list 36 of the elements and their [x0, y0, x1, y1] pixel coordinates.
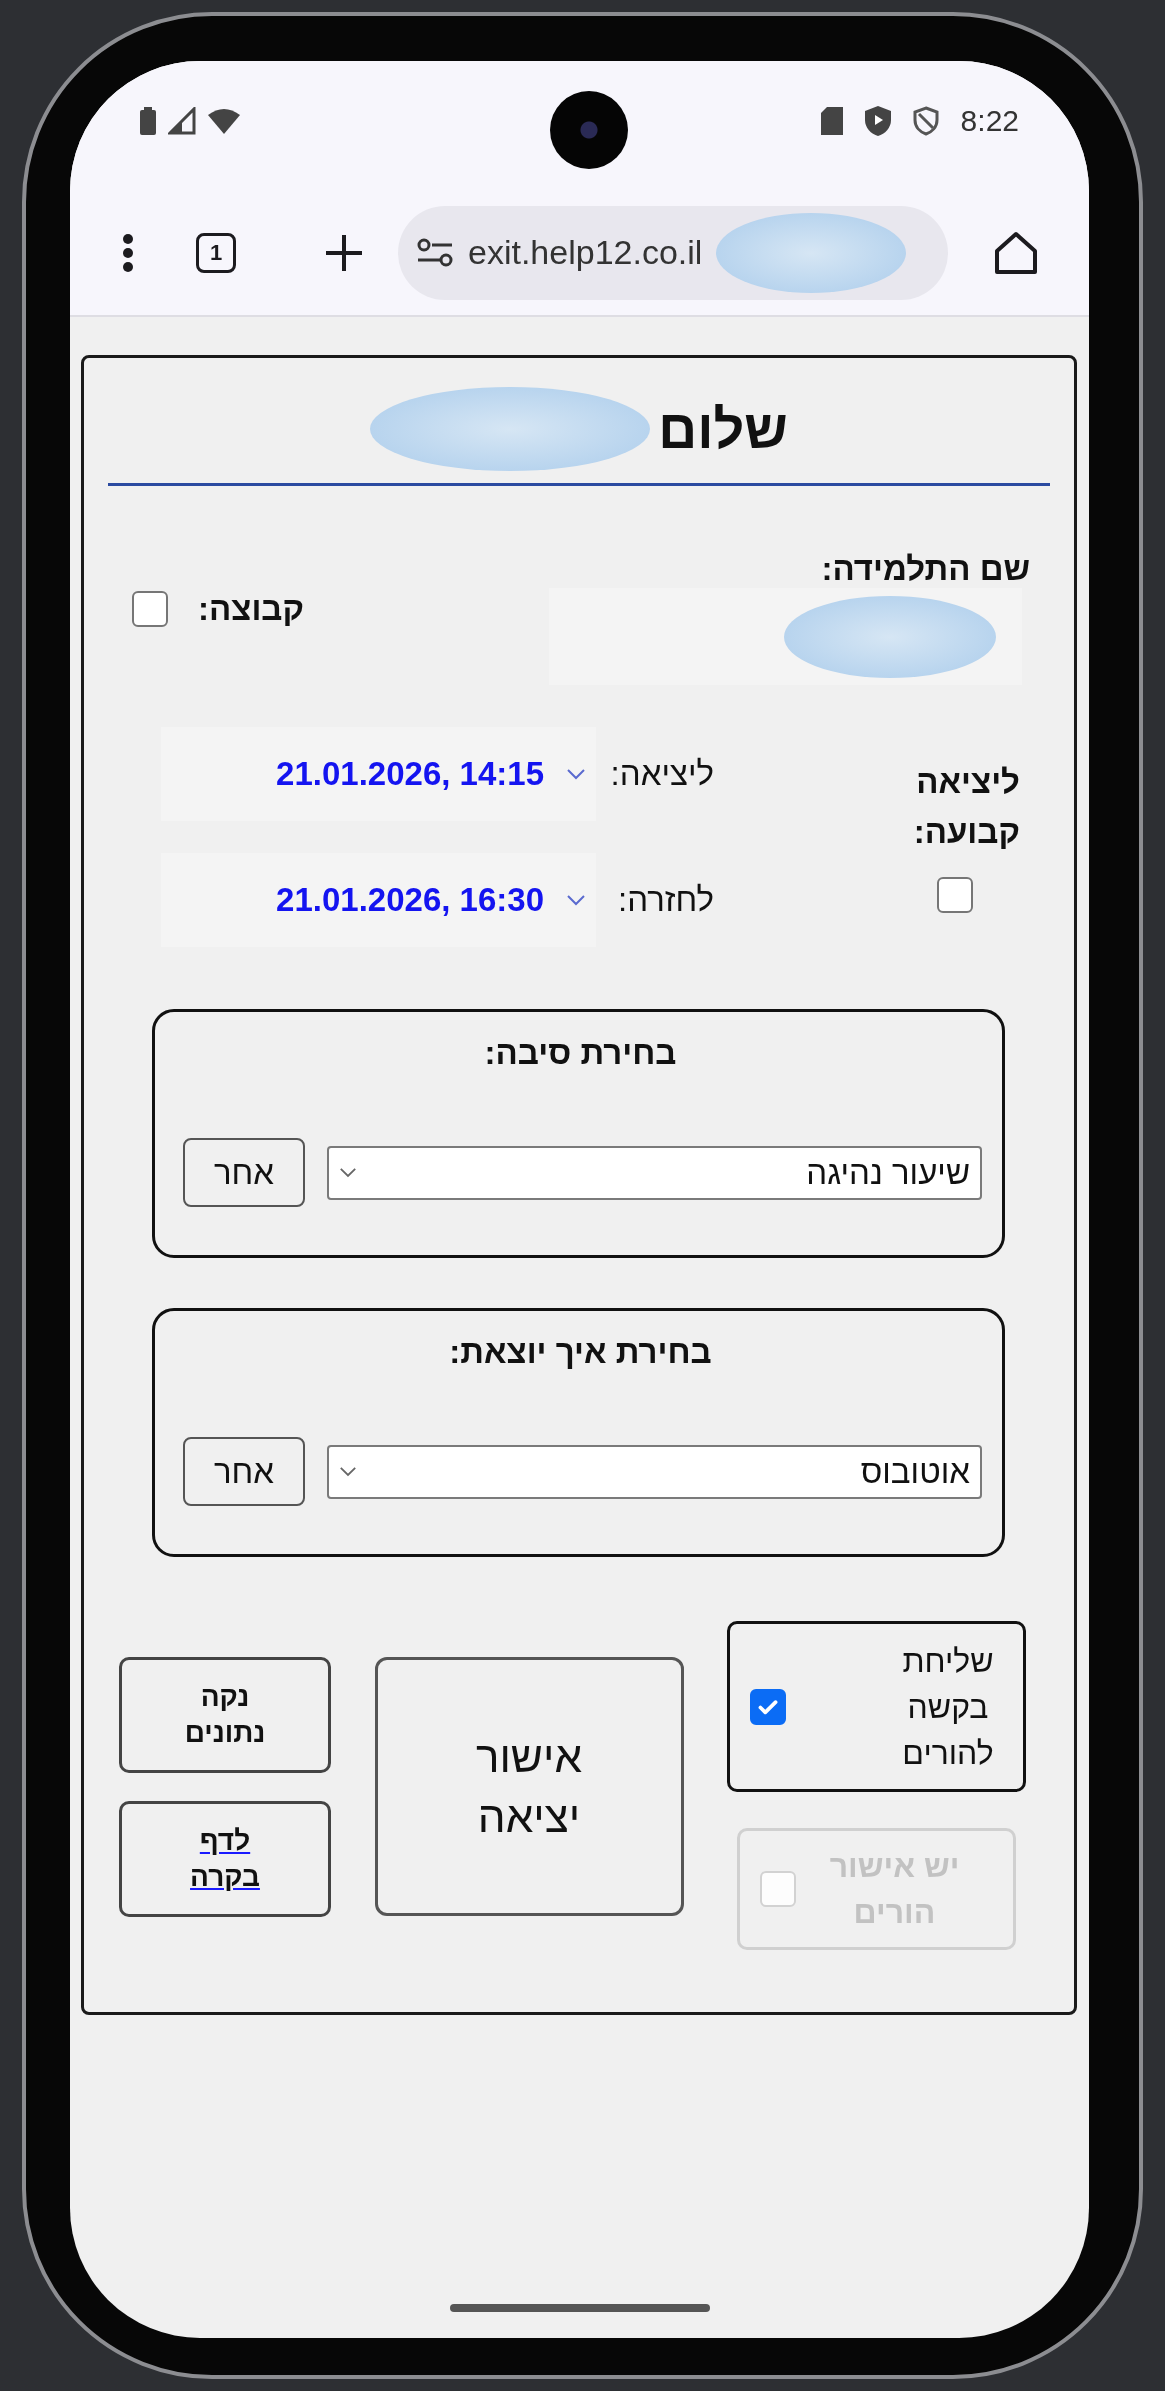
chevron-icon: [339, 1466, 357, 1477]
chevron-icon: [566, 768, 586, 780]
time-label: ליציאה:: [609, 755, 714, 793]
time-label: לחזרה:: [617, 881, 714, 919]
tune-icon: [416, 237, 454, 268]
other-button[interactable]: אחר: [183, 1138, 305, 1207]
clear-data-button[interactable]: נקה נתונים: [119, 1657, 331, 1773]
greeting-title: שלום: [658, 397, 788, 460]
fixed-exit-label: ליציאה קבועה:: [912, 762, 1020, 852]
control-page-button[interactable]: לדף בקרה: [119, 1801, 331, 1917]
tab-count-button[interactable]: 1: [196, 232, 236, 273]
sd-card-icon: [820, 106, 843, 135]
student-label: שם התלמידה:: [821, 550, 1030, 588]
wifi-icon: [208, 107, 240, 134]
approve-exit-button[interactable]: אישור יציאה: [374, 1657, 684, 1916]
clock-time: 8:22: [960, 103, 1019, 138]
panel-legend: בחירת איך יוצאת:: [179, 1333, 982, 1371]
shield-play-icon: [864, 105, 891, 136]
panel-legend: בחירת סיבה:: [179, 1034, 982, 1072]
checkbox[interactable]: [937, 877, 973, 913]
group-label: קבוצה:: [198, 590, 305, 628]
address-bar[interactable]: exit.help12.co.il: [398, 205, 948, 300]
other-button[interactable]: אחר: [183, 1437, 305, 1506]
checkbox[interactable]: [750, 1688, 786, 1725]
select-field[interactable]: אוטובוס: [327, 1444, 982, 1499]
datetime-field[interactable]: 21.01.2026, 16:30: [161, 853, 596, 947]
battery-icon: [140, 106, 156, 135]
url-text: exit.help12.co.il: [468, 233, 703, 272]
checkbox[interactable]: [132, 591, 168, 627]
checkbox-label: שליחת בקשה להורים: [901, 1641, 995, 1773]
signal-icon: [168, 106, 196, 135]
chevron-icon: [566, 894, 586, 906]
shield-icon: [912, 105, 939, 136]
chevron-icon: [339, 1167, 357, 1178]
datetime-field[interactable]: 21.01.2026, 14:15: [161, 727, 596, 821]
select-field[interactable]: שיעור נהיגה: [327, 1145, 982, 1200]
